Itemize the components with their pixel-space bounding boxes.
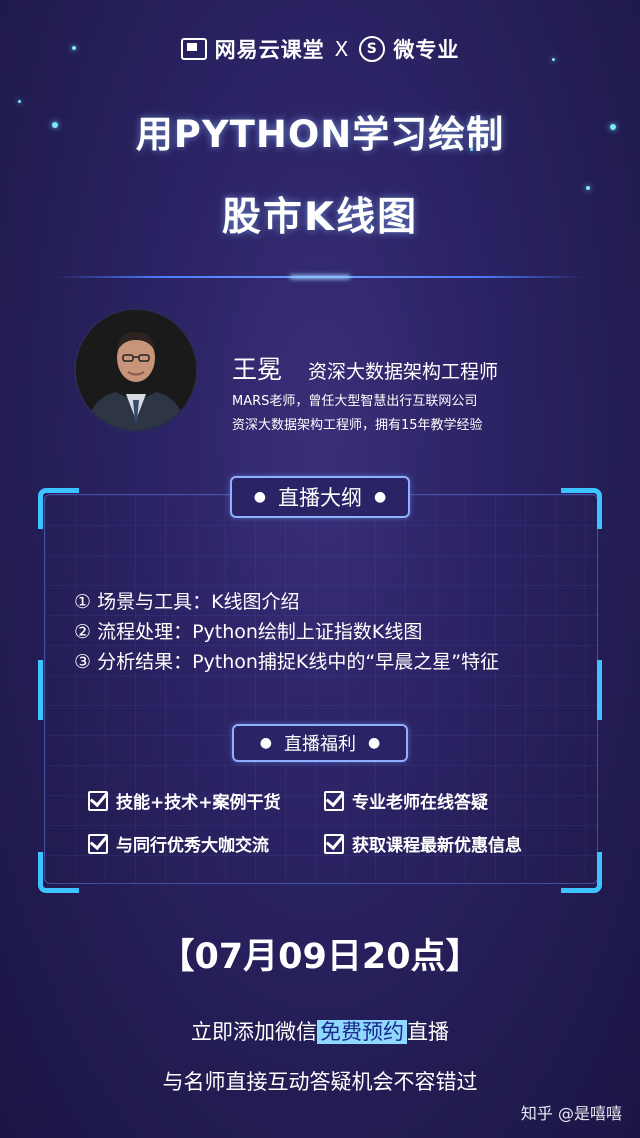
- corner-decoration: [561, 488, 602, 529]
- cta-line2: 与名师直接互动答疑机会不容错过: [162, 1070, 478, 1094]
- cta-highlight: 免费预约: [317, 1020, 407, 1044]
- benefit-item: 与同行优秀大咖交流: [88, 831, 269, 856]
- brand-left: 网易云课堂: [214, 38, 325, 62]
- teacher-photo: [76, 310, 196, 430]
- brand-right: 微专业: [393, 38, 460, 62]
- cta-line1: 立即添加微信 免费预约 直播: [0, 1016, 640, 1046]
- s-logo-icon: S: [359, 36, 386, 62]
- bullet-dot: ●: [259, 735, 272, 751]
- benefit-label: 专业老师在线答疑: [352, 793, 488, 813]
- benefit-label: 与同行优秀大咖交流: [116, 836, 269, 856]
- outline-item: ① 场景与工具：K线图介绍: [74, 591, 300, 613]
- event-date: 【07月09日20点】: [159, 937, 481, 977]
- side-bar-decoration: [38, 660, 43, 720]
- bullet-dot: ●: [374, 489, 387, 505]
- checkbox-icon: [324, 833, 344, 854]
- brand-separator: X: [334, 37, 350, 61]
- outline-label: 直播大纲: [278, 486, 362, 510]
- title-line1: 用PYTHON学习绘制: [135, 113, 505, 156]
- poster: 网易云课堂 X S 微专业 用PYTHON学习绘制 股市K线图 王冕 资深大数据…: [0, 0, 640, 1138]
- checkbox-icon: [88, 790, 108, 811]
- benefits-label: 直播福利: [284, 734, 356, 755]
- teacher-bio-line1: MARS老师，曾任大型智慧出行互联网公司: [232, 394, 478, 409]
- side-bar-decoration: [597, 660, 602, 720]
- outline-item: ② 流程处理：Python绘制上证指数K线图: [74, 621, 423, 643]
- corner-decoration: [561, 852, 602, 893]
- divider: [55, 276, 585, 278]
- checkbox-icon: [88, 833, 108, 854]
- cta-post: 直播: [407, 1020, 449, 1044]
- outline-heading: ● 直播大纲 ●: [230, 476, 410, 518]
- watermark: 知乎 @是嘻嘻: [520, 1104, 622, 1123]
- content-frame: [44, 494, 598, 884]
- benefit-item: 专业老师在线答疑: [324, 788, 488, 813]
- teacher-role: 资深大数据架构工程师: [308, 361, 499, 383]
- teacher-bio-line2: 资深大数据架构工程师，拥有15年教学经验: [232, 418, 483, 433]
- title-line2: 股市K线图: [221, 195, 419, 240]
- checkbox-icon: [324, 790, 344, 811]
- outline-item: ③ 分析结果：Python捕捉K线中的“早晨之星”特征: [74, 651, 500, 673]
- benefit-item: 获取课程最新优惠信息: [324, 831, 522, 856]
- bullet-dot: ●: [368, 735, 381, 751]
- benefit-label: 获取课程最新优惠信息: [352, 836, 522, 856]
- cta-pre: 立即添加微信: [191, 1020, 317, 1044]
- avatar: [74, 308, 198, 432]
- brand-header: 网易云课堂 X S 微专业: [0, 34, 640, 64]
- corner-decoration: [38, 488, 79, 529]
- teacher-name-row: 王冕 资深大数据架构工程师: [232, 350, 498, 386]
- benefit-label: 技能+技术+案例干货: [116, 793, 281, 813]
- corner-decoration: [38, 852, 79, 893]
- bullet-dot: ●: [253, 489, 266, 505]
- teacher-name: 王冕: [232, 355, 283, 384]
- benefits-heading: ● 直播福利 ●: [232, 724, 408, 762]
- benefit-item: 技能+技术+案例干货: [88, 788, 281, 813]
- glow-dot: [18, 100, 21, 103]
- book-icon: [180, 38, 207, 60]
